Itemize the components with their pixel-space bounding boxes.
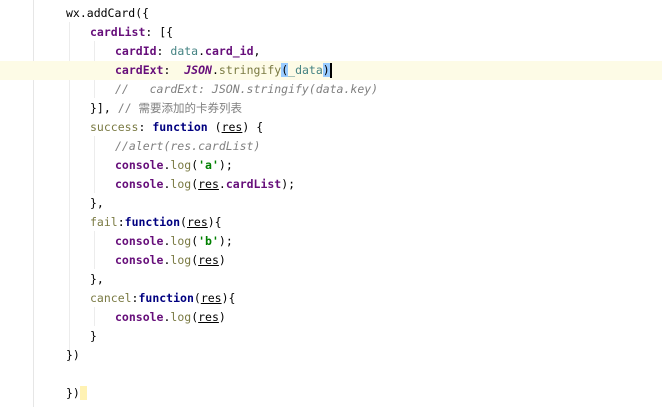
code-token: fail (90, 215, 118, 229)
code-token: stringify (218, 63, 282, 77)
code-token: 'b' (198, 234, 219, 248)
code-token: log (170, 158, 192, 172)
code-token: ( (180, 215, 187, 229)
code-token: }, (90, 272, 104, 286)
code-line[interactable]: }) (0, 346, 662, 365)
code-token: cardId (115, 44, 157, 58)
code-token: : (138, 120, 153, 134)
code-line[interactable]: //alert(res.cardList) (0, 137, 662, 156)
code-line[interactable]: console.log(res.cardList); (0, 175, 662, 194)
code-line[interactable]: cardId: data.card_id, (0, 42, 662, 61)
code-line[interactable] (0, 365, 662, 384)
text-caret (329, 63, 332, 78)
code-token: ) (218, 253, 226, 267)
code-token: console (115, 177, 164, 191)
code-line[interactable]: }, (0, 194, 662, 213)
code-line[interactable]: }) (0, 384, 662, 403)
code-token: res (198, 310, 219, 324)
code-token: res (200, 291, 222, 305)
code-line[interactable]: cancel:function(res){ (0, 289, 662, 308)
code-line[interactable]: }], // 需要添加的卡券列表 (0, 99, 662, 118)
code-token: // cardExt: JSON.stringify(data.key) (115, 82, 379, 96)
code-token: ); (218, 158, 233, 172)
code-line[interactable]: }, (0, 270, 662, 289)
code-token: log (170, 310, 192, 324)
code-line[interactable]: } (0, 327, 662, 346)
code-token: wx.addCard({ (66, 6, 150, 20)
code-token: } (90, 329, 97, 343)
code-token: ( (207, 120, 222, 134)
code-token: ) (218, 310, 226, 324)
code-token: log (170, 234, 192, 248)
code-token: ); (218, 234, 233, 248)
code-token: . (198, 44, 206, 58)
code-token: console (115, 310, 164, 324)
code-token: //alert(res.cardList) (115, 139, 261, 153)
code-token: _data (288, 63, 323, 77)
code-token: }, (90, 196, 104, 210)
code-token: JSON (184, 63, 212, 77)
code-token: 'a' (198, 158, 219, 172)
code-token: res (221, 120, 243, 134)
code-token: , (253, 44, 261, 58)
code-token: ){ (207, 215, 222, 229)
code-token: // 需要添加的卡券列表 (117, 101, 242, 115)
code-token: success (90, 120, 139, 134)
code-token: ) (322, 63, 330, 77)
code-token: function (152, 120, 208, 134)
code-token: res (198, 177, 219, 191)
code-token: : (117, 215, 125, 229)
code-token: cardList (225, 177, 282, 191)
code-token: ){ (221, 291, 236, 305)
code-token: console (115, 158, 164, 172)
code-line[interactable]: success: function (res) { (0, 118, 662, 137)
code-token: }) (66, 348, 80, 362)
code-token: log (170, 177, 192, 191)
code-line[interactable]: wx.addCard({ (0, 4, 662, 23)
code-token: . (211, 63, 219, 77)
code-token: }], (90, 101, 118, 115)
code-line[interactable]: cardList: [{ (0, 23, 662, 42)
code-token: : (156, 44, 171, 58)
code-line[interactable]: // cardExt: JSON.stringify(data.key) (0, 80, 662, 99)
code-token: res (186, 215, 208, 229)
code-token: ); (281, 177, 296, 191)
code-token: console (115, 253, 164, 267)
code-token (79, 386, 87, 400)
code-token: ) { (242, 120, 264, 134)
code-token: }) (66, 386, 80, 400)
code-line[interactable]: console.log(res) (0, 251, 662, 270)
code-token: function (138, 291, 194, 305)
code-token: cancel (90, 291, 132, 305)
code-token: ( (193, 291, 201, 305)
code-token: cardList (90, 25, 146, 39)
code-token: cardExt (115, 63, 164, 77)
code-line[interactable]: console.log('a'); (0, 156, 662, 175)
code-token: : (163, 63, 185, 77)
code-token: log (170, 253, 192, 267)
code-token: function (124, 215, 181, 229)
code-token: . (218, 177, 226, 191)
code-token: data (170, 44, 199, 58)
code-token: : [{ (145, 25, 174, 39)
code-line[interactable]: cardExt: JSON.stringify(_data) (0, 61, 662, 80)
code-token: card_id (205, 44, 254, 58)
code-line[interactable]: console.log('b'); (0, 232, 662, 251)
code-token: res (198, 253, 219, 267)
code-line[interactable]: console.log(res) (0, 308, 662, 327)
code-line[interactable]: fail:function(res){ (0, 213, 662, 232)
code-token: console (115, 234, 164, 248)
